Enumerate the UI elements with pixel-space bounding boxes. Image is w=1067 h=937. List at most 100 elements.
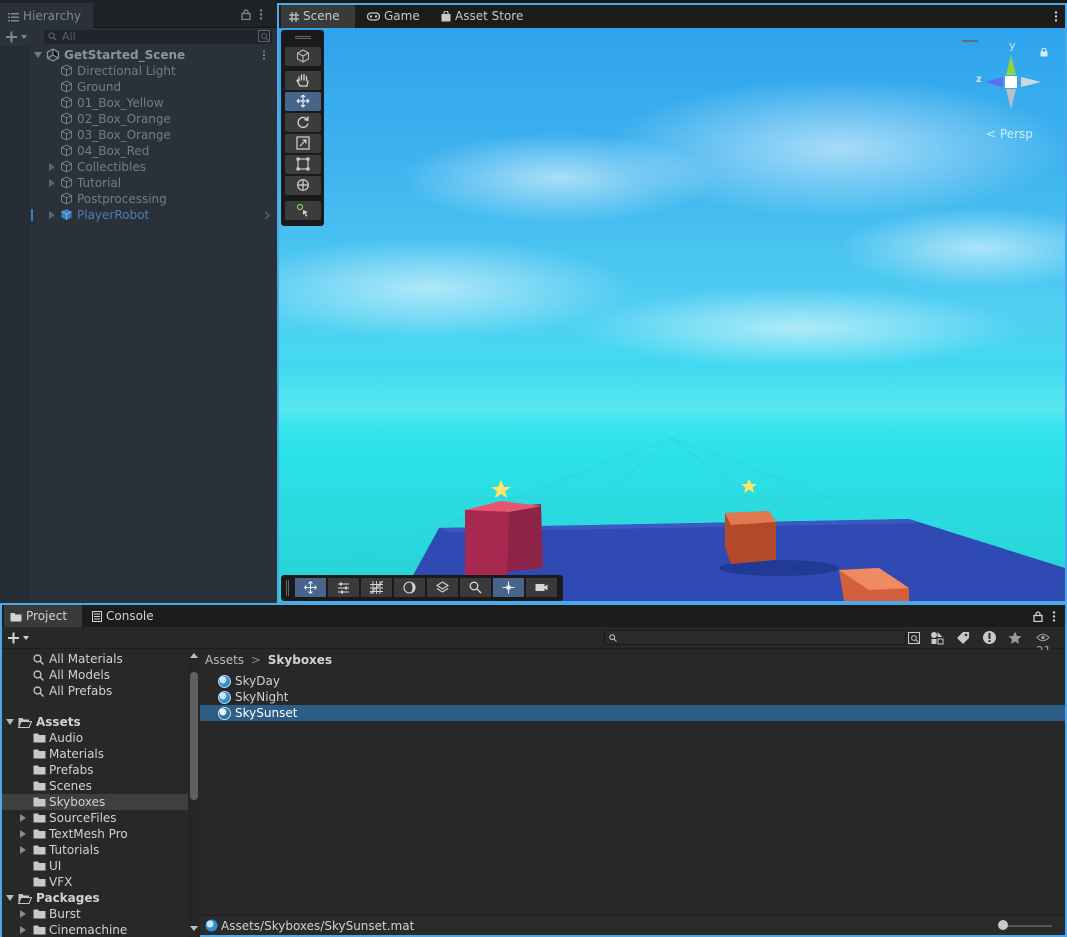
package-item[interactable]: Burst [2,906,188,922]
scene-root-row[interactable]: GetStarted_Scene [0,47,277,63]
scene-camera-button[interactable] [526,578,557,597]
tab-game[interactable]: Game [363,5,420,28]
zoom-slider-thumb[interactable] [998,920,1008,930]
tab-hierarchy[interactable]: Hierarchy [0,3,93,28]
search-by-type-icon[interactable] [258,30,270,42]
asset-file-row[interactable]: SkyNight [200,689,1065,705]
tab-asset-store[interactable]: Asset Store [441,5,523,28]
breadcrumb-root[interactable]: Assets [205,653,244,667]
folder-item[interactable]: Scenes [2,778,188,794]
filter-by-type-icon[interactable] [930,631,944,645]
breadcrumb-current[interactable]: Skyboxes [268,653,332,667]
move-grid-button[interactable] [295,578,326,597]
scene-more-menu-icon[interactable] [1054,11,1058,22]
lock-icon[interactable] [1033,611,1043,622]
hierarchy-item[interactable]: 04_Box_Red [0,143,277,159]
overlay-drag-handle[interactable] [286,580,289,596]
lock-icon[interactable] [241,9,251,20]
chevron-right-icon[interactable] [264,211,270,220]
add-icon[interactable] [8,632,30,644]
hierarchy-search-input[interactable]: All [44,30,272,44]
move-tool-button[interactable] [285,92,321,111]
project-search-input[interactable] [604,630,906,645]
expand-arrow-icon[interactable] [49,179,55,187]
hierarchy-item[interactable]: Collectibles [0,159,277,175]
rotate-tool-button[interactable] [285,113,321,132]
log-filter-icon[interactable] [982,630,997,645]
hierarchy-item[interactable]: Postprocessing [0,191,277,207]
pivot-button[interactable] [493,578,524,597]
overlay-drag-handle[interactable] [295,36,311,39]
folder-item[interactable]: TextMesh Pro [2,826,188,842]
hierarchy-item[interactable]: 03_Box_Orange [0,127,277,143]
transform-tool-button[interactable] [285,176,321,195]
hierarchy-item[interactable]: 01_Box_Yellow [0,95,277,111]
hand-tool-button[interactable] [285,71,321,90]
hierarchy-item-prefab[interactable]: PlayerRobot [0,207,277,223]
hierarchy-item-label: PlayerRobot [77,208,150,222]
folder-item[interactable]: SourceFiles [2,810,188,826]
collapse-arrow-icon[interactable] [6,719,14,725]
scroll-down-icon[interactable] [190,926,198,931]
folder-item[interactable]: Audio [2,730,188,746]
tab-project[interactable]: Project [4,605,82,627]
folder-item[interactable]: Tutorials [2,842,188,858]
scene-viewport[interactable]: y z < Persp [279,28,1065,601]
expand-arrow-icon[interactable] [20,846,26,854]
favorite-item[interactable]: All Models [2,667,188,683]
expand-arrow-icon[interactable] [20,926,26,934]
layers-button[interactable] [427,578,458,597]
hierarchy-item[interactable]: Directional Light [0,63,277,79]
hierarchy-item[interactable]: Tutorial [0,175,277,191]
package-item[interactable]: Cinemachine [2,922,188,937]
folder-tree-scrollbar[interactable] [188,650,200,937]
folder-item[interactable]: VFX [2,874,188,890]
selected-asset-path: Assets/Skyboxes/SkySunset.mat [221,919,415,933]
tab-scene[interactable]: Scene [281,5,355,28]
tab-console[interactable]: Console [92,605,154,627]
gizmo-handle-icon[interactable] [962,40,978,42]
expand-arrow-icon[interactable] [49,211,55,219]
scene-more-icon[interactable] [262,50,266,60]
snapping-button[interactable] [328,578,359,597]
hierarchy-item[interactable]: 02_Box_Orange [0,111,277,127]
expand-arrow-icon[interactable] [20,814,26,822]
asset-file-row-selected[interactable]: SkySunset [200,705,1065,721]
scale-tool-button[interactable] [285,134,321,153]
assets-root-row[interactable]: Assets [2,714,188,730]
pivot-icon [502,581,515,594]
list-icon [8,12,19,22]
gizmo-lock-icon[interactable] [1040,48,1048,57]
folder-item[interactable]: Materials [2,746,188,762]
expand-arrow-icon[interactable] [49,163,55,171]
favorite-star-icon[interactable] [1008,631,1022,645]
favorite-item[interactable]: All Prefabs [2,683,188,699]
scroll-up-icon[interactable] [190,653,198,658]
scroll-thumb[interactable] [190,672,198,800]
expand-arrow-icon[interactable] [20,830,26,838]
expand-arrow-icon[interactable] [20,910,26,918]
add-icon[interactable] [6,31,28,43]
projection-toggle[interactable]: < Persp [986,127,1033,141]
favorite-item[interactable]: All Materials [2,651,188,667]
more-menu-icon[interactable] [259,9,263,20]
folder-item-selected[interactable]: Skyboxes [2,794,188,810]
filter-by-label-icon[interactable] [956,631,970,645]
gizmo-z-label: z [976,74,982,85]
packages-root-row[interactable]: Packages [2,890,188,906]
orientation-gizmo[interactable] [971,45,1051,119]
view-tool-button[interactable] [285,47,321,66]
scene-search-button[interactable] [460,578,491,597]
collapse-arrow-icon[interactable] [6,895,14,901]
hierarchy-item[interactable]: Ground [0,79,277,95]
rect-tool-button[interactable] [285,155,321,174]
folder-item[interactable]: Prefabs [2,762,188,778]
folder-item[interactable]: UI [2,858,188,874]
shading-button[interactable] [394,578,425,597]
custom-tool-button[interactable] [285,201,321,220]
gameobject-cube-icon [60,160,73,173]
more-menu-icon[interactable] [1052,611,1056,622]
search-by-type-icon[interactable] [908,632,920,644]
asset-file-row[interactable]: SkyDay [200,673,1065,689]
grid-button[interactable] [361,578,392,597]
